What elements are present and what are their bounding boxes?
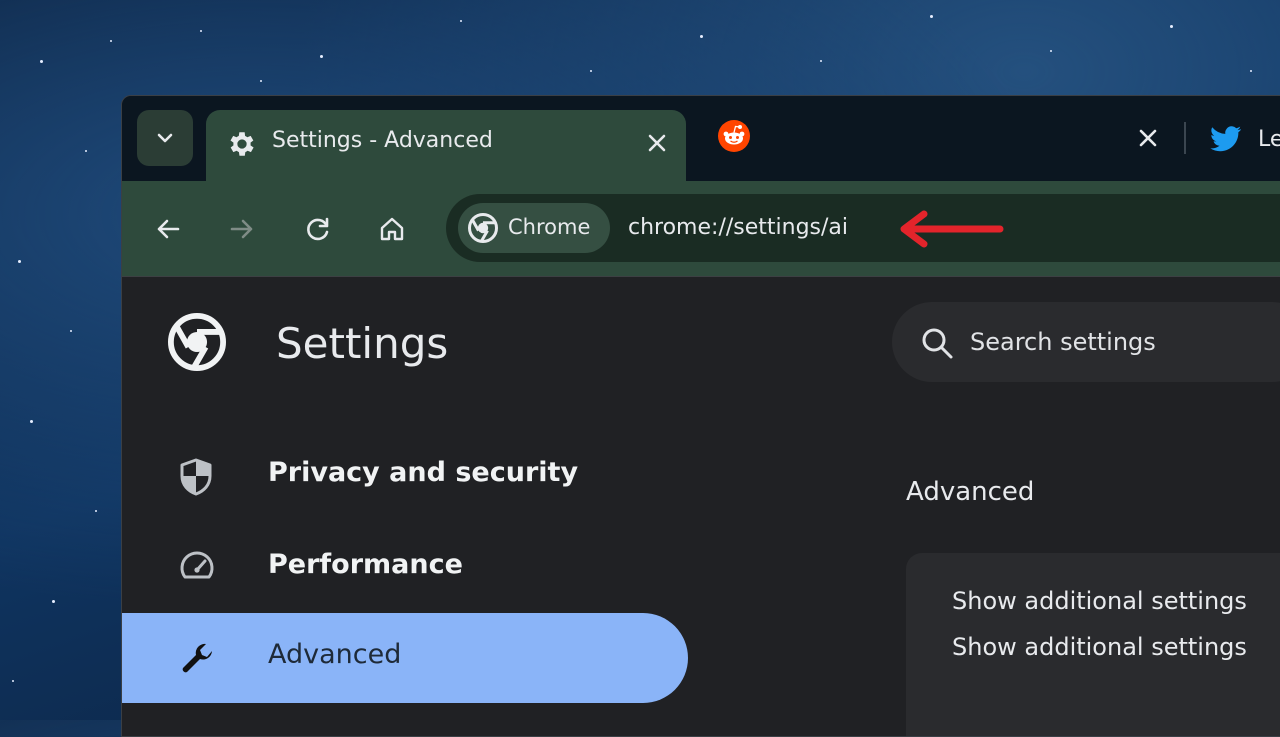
sidebar-item-label: Performance (268, 549, 463, 580)
sidebar-item-label: Advanced (268, 639, 402, 670)
sidebar-item-performance[interactable]: Performance (122, 523, 688, 613)
address-bar[interactable]: Chrome chrome://settings/ai (446, 194, 1280, 262)
twitter-icon[interactable] (1210, 126, 1242, 152)
search-settings-input[interactable]: Search settings (892, 302, 1280, 382)
tab-separator (1184, 122, 1186, 154)
search-icon (922, 328, 953, 359)
reddit-icon[interactable] (718, 120, 750, 152)
speedometer-icon (180, 551, 214, 579)
sidebar-item-advanced[interactable]: Advanced (122, 613, 688, 703)
close-icon[interactable] (642, 128, 672, 158)
search-placeholder: Search settings (970, 328, 1156, 356)
site-info-chip[interactable]: Chrome (458, 203, 610, 253)
back-arrow-icon[interactable] (152, 213, 184, 245)
tab-title: Settings - Advanced (272, 128, 493, 153)
setting-row-label[interactable]: Show additional settings (952, 587, 1247, 615)
setting-row-label[interactable]: Show additional settings (952, 633, 1247, 661)
red-arrow-annotation (900, 210, 1004, 248)
chevron-down-icon (157, 133, 173, 143)
toolbar: Chrome chrome://settings/ai (122, 181, 1280, 276)
section-heading: Advanced (906, 477, 1035, 507)
browser-window: Settings - Advanced Le (121, 95, 1280, 737)
url-text[interactable]: chrome://settings/ai (628, 215, 848, 240)
tab-search-button[interactable] (137, 110, 193, 166)
forward-arrow-icon[interactable] (226, 213, 258, 245)
chip-label: Chrome (508, 215, 591, 239)
advanced-settings-card: Show additional settings Show additional… (906, 553, 1280, 736)
close-icon[interactable] (1136, 126, 1160, 150)
page-title: Settings (276, 319, 449, 368)
tab-title[interactable]: Le (1258, 127, 1280, 152)
home-icon[interactable] (376, 213, 408, 245)
sidebar-item-privacy-and-security[interactable]: Privacy and security (122, 431, 688, 521)
tab-strip: Settings - Advanced Le (122, 96, 1280, 182)
gear-icon (230, 132, 254, 156)
chrome-logo-icon (168, 313, 226, 371)
settings-page: Settings Search settings Privacy and sec… (122, 276, 1280, 736)
reload-icon[interactable] (302, 213, 334, 245)
chrome-logo-icon (468, 213, 498, 243)
sidebar-item-label: Privacy and security (268, 457, 579, 488)
wrench-icon (182, 643, 212, 673)
tab-settings-advanced[interactable]: Settings - Advanced (206, 110, 686, 182)
shield-icon (180, 458, 212, 496)
